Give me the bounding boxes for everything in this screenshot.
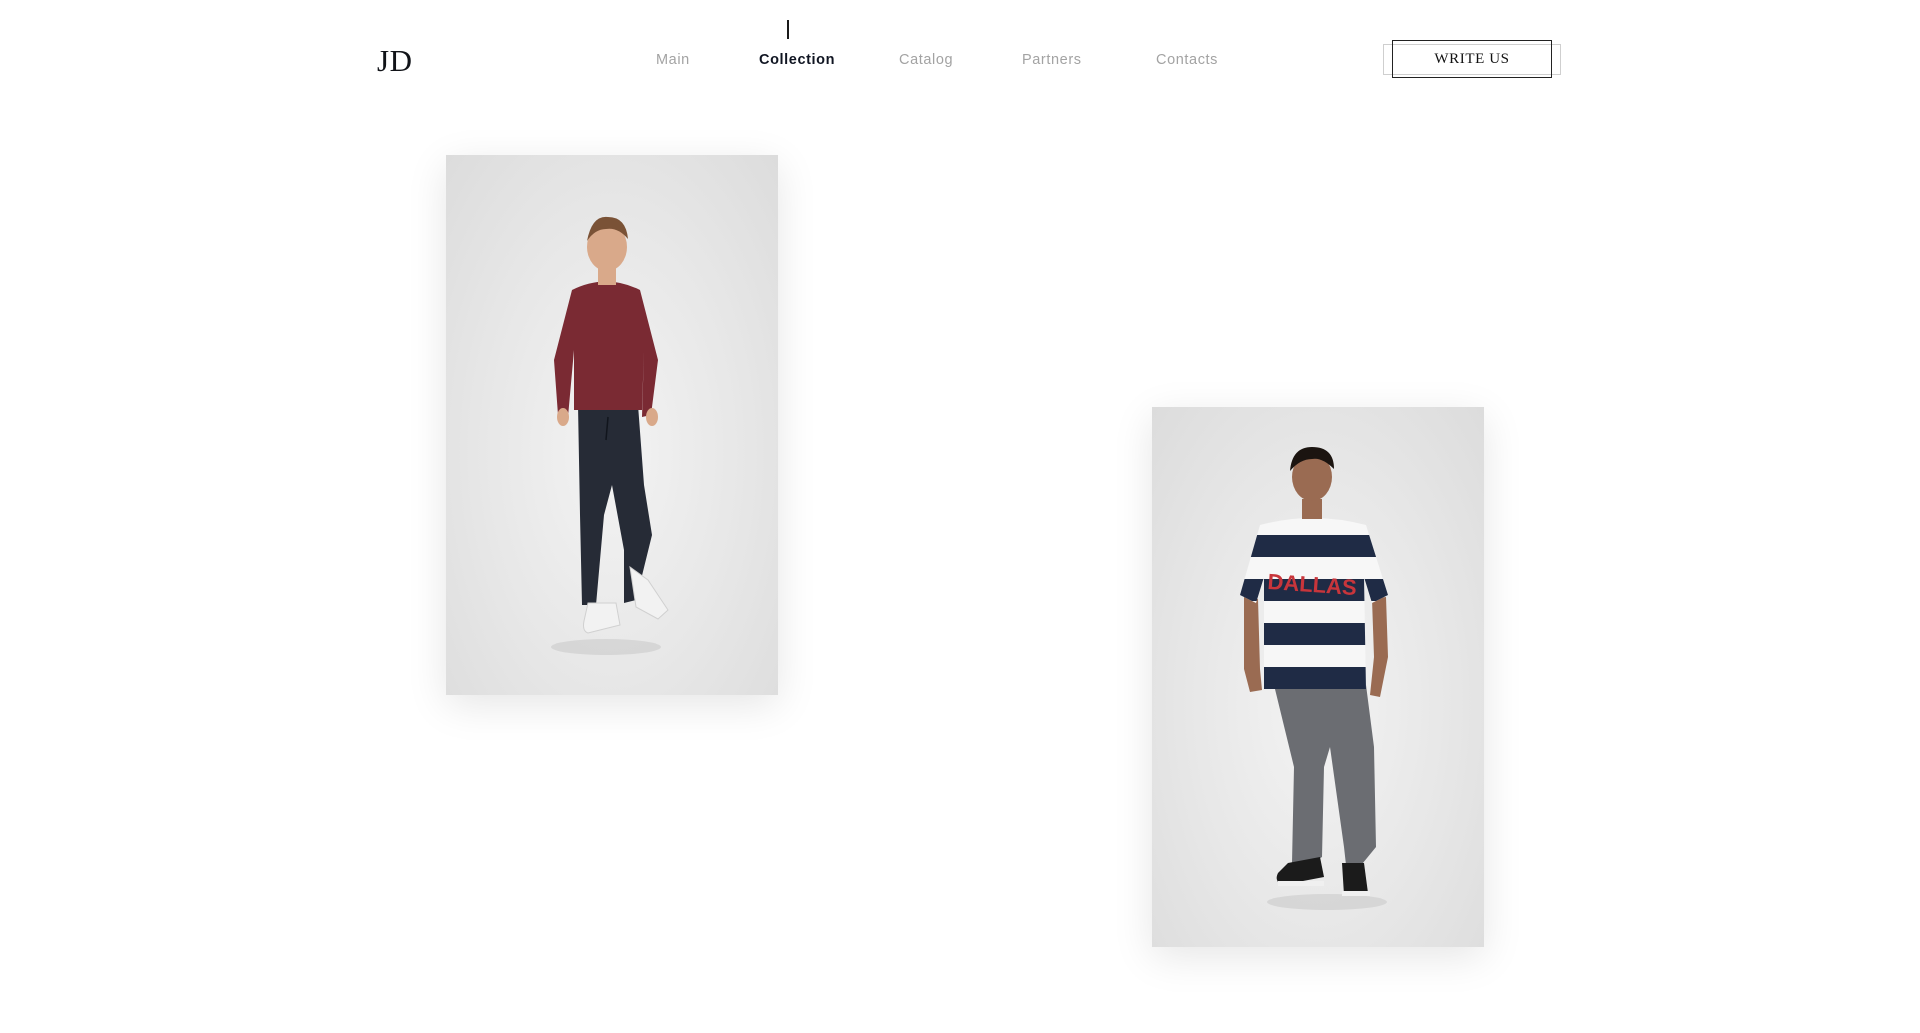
page: JD Main Collection Catalog Partners Cont… — [0, 0, 1920, 1033]
product-image-striped-tee-outfit: DALLAS — [1240, 447, 1388, 910]
brand-logo[interactable]: JD — [377, 44, 412, 78]
product-card-2[interactable]: DALLAS — [1152, 407, 1484, 947]
nav-item-contacts[interactable]: Contacts — [1156, 52, 1218, 68]
nav-item-main[interactable]: Main — [656, 52, 690, 68]
nav-active-indicator — [787, 20, 789, 39]
nav-item-catalog[interactable]: Catalog — [899, 52, 953, 68]
product-card-1[interactable] — [446, 155, 778, 695]
write-us-button[interactable]: WRITE US — [1392, 40, 1552, 78]
write-us-button-label: WRITE US — [1434, 50, 1510, 67]
nav-item-collection[interactable]: Collection — [759, 52, 835, 68]
nav-item-partners[interactable]: Partners — [1022, 52, 1082, 68]
product-image-burgundy-outfit — [551, 216, 669, 655]
